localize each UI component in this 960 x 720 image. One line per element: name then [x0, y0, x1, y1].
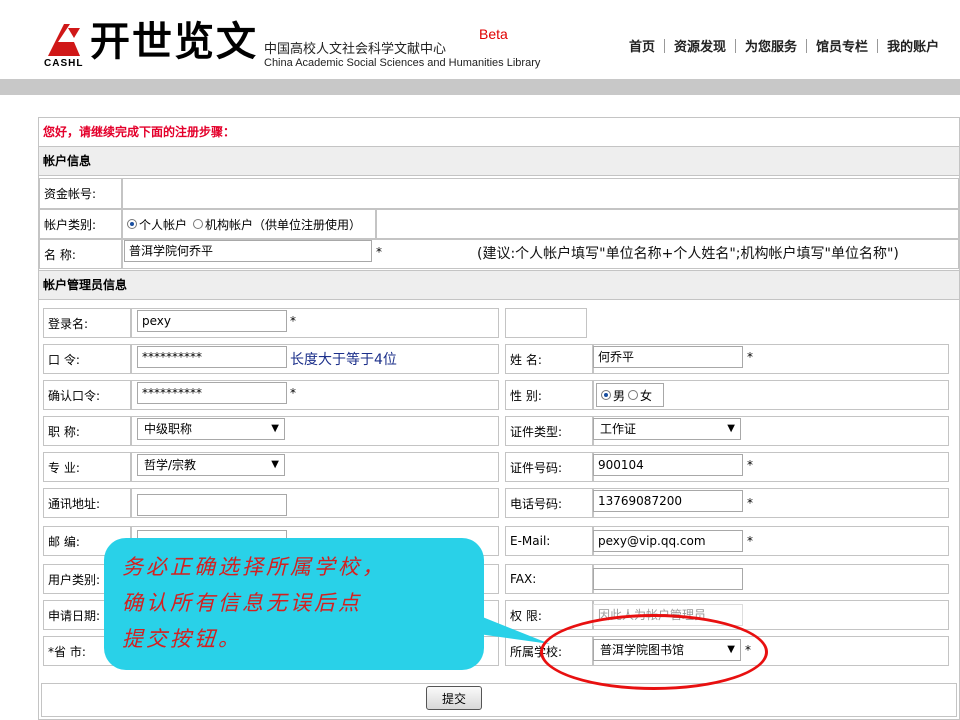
password-hint: 长度大于等于4位: [290, 352, 397, 368]
radio-female-label: 女: [640, 388, 653, 403]
fund-account-label: 资金帐号:: [39, 178, 122, 209]
realname-input[interactable]: 何乔平: [593, 346, 743, 368]
chevron-down-icon: ▼: [727, 423, 735, 434]
submit-row: [41, 683, 957, 717]
address-label: 通讯地址:: [43, 488, 131, 518]
required-mark: *: [747, 350, 753, 364]
beta-badge: Beta: [479, 26, 508, 42]
cashl-logo-icon: [48, 24, 80, 56]
greeting-text: 您好，请继续完成下面的注册步骤：: [43, 125, 236, 139]
nav-resource-discovery[interactable]: 资源发现: [665, 36, 735, 55]
id-type-select[interactable]: 工作证 ▼: [593, 418, 741, 440]
required-mark: *: [376, 245, 382, 259]
address-input[interactable]: [137, 494, 287, 516]
logo-text: 开世览文: [90, 18, 258, 65]
id-type-select-value: 工作证: [600, 422, 637, 436]
confirm-input[interactable]: **********: [137, 382, 287, 404]
name-input[interactable]: 普洱学院何乔平: [124, 240, 372, 262]
gender-options: 男 女: [596, 383, 664, 407]
fax-input[interactable]: [593, 568, 743, 590]
nav-librarian[interactable]: 馆员专栏: [807, 36, 877, 55]
required-mark: *: [290, 314, 296, 328]
fund-account-value: [122, 178, 959, 209]
radio-male-label: 男: [613, 388, 626, 403]
org-name-cn: 中国高校人文社会科学文献中心: [264, 42, 447, 57]
confirm-label: 确认口令:: [43, 380, 131, 410]
account-type-spacer: [376, 209, 959, 239]
account-type-options: 个人帐户 机构帐户（供单位注册使用）: [122, 209, 376, 239]
empty-cell: [505, 308, 587, 338]
password-label: 口 令:: [43, 344, 131, 374]
required-mark: *: [747, 458, 753, 472]
title-select-value: 中级职称: [144, 422, 193, 436]
id-type-label: 证件类型:: [505, 416, 593, 446]
major-select[interactable]: 哲学/宗教 ▼: [137, 454, 285, 476]
fax-label: FAX:: [505, 564, 593, 594]
login-label: 登录名:: [43, 308, 131, 338]
major-label: 专 业:: [43, 452, 131, 482]
major-select-value: 哲学/宗教: [144, 458, 197, 472]
nav-home[interactable]: 首页: [620, 36, 664, 55]
radio-organization[interactable]: [193, 219, 204, 229]
login-input[interactable]: pexy: [137, 310, 287, 332]
callout-line-2: 确认所有信息无误后点: [122, 591, 362, 615]
account-section-heading: 帐户信息: [39, 146, 959, 176]
title-label: 职 称:: [43, 416, 131, 446]
password-input[interactable]: **********: [137, 346, 287, 368]
radio-male[interactable]: [601, 390, 611, 400]
chevron-down-icon: ▼: [271, 423, 279, 434]
required-mark: *: [747, 496, 753, 510]
org-name-en: China Academic Social Sciences and Human…: [264, 57, 541, 69]
callout-text: 务必正确选择所属学校， 确认所有信息无误后点 提交按钮。: [122, 549, 482, 657]
title-select[interactable]: 中级职称 ▼: [137, 418, 285, 440]
chevron-down-icon: ▼: [271, 459, 279, 470]
header-divider-bar: [0, 79, 960, 95]
email-label: E-Mail:: [505, 526, 593, 556]
required-mark: *: [290, 386, 296, 400]
email-input[interactable]: pexy@vip.qq.com: [593, 530, 743, 552]
callout-line-1: 务必正确选择所属学校，: [122, 555, 386, 579]
id-number-label: 证件号码:: [505, 452, 593, 482]
radio-personal[interactable]: [127, 219, 137, 229]
radio-female[interactable]: [628, 390, 639, 400]
nav-services[interactable]: 为您服务: [736, 36, 806, 55]
phone-label: 电话号码:: [505, 488, 593, 518]
gender-label: 性 别:: [505, 380, 593, 410]
top-nav: 首页 资源发现 为您服务 馆员专栏 我的账户: [620, 36, 948, 55]
account-type-label: 帐户类别:: [39, 209, 122, 239]
nav-my-account[interactable]: 我的账户: [878, 36, 948, 55]
callout-line-3: 提交按钮。: [122, 627, 242, 651]
phone-input[interactable]: 13769087200: [593, 490, 743, 512]
name-hint: (建议:个人帐户填写"单位名称+个人姓名";机构帐户填写"单位名称"): [477, 246, 899, 262]
admin-section-heading: 帐户管理员信息: [39, 270, 959, 300]
name-label: 名 称:: [39, 239, 122, 269]
id-number-input[interactable]: 900104: [593, 454, 743, 476]
radio-personal-label: 个人帐户: [139, 217, 188, 232]
logo-subtitle: CASHL: [44, 58, 84, 69]
radio-organization-label: 机构帐户（供单位注册使用）: [205, 217, 362, 232]
highlight-ellipse: [540, 614, 768, 690]
required-mark: *: [747, 534, 753, 548]
realname-label: 姓 名:: [505, 344, 593, 374]
submit-button[interactable]: 提交: [426, 686, 482, 710]
